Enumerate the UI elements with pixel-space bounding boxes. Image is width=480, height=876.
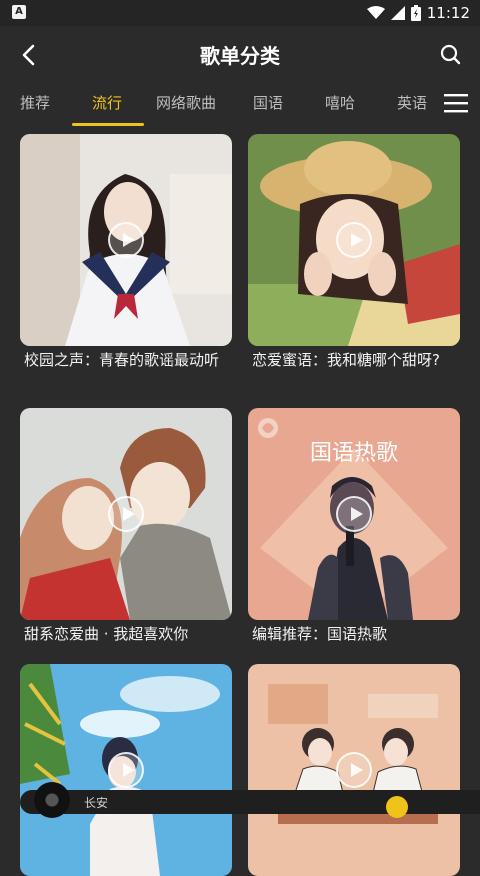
- menu-icon[interactable]: [444, 92, 468, 114]
- playlist-title: 编辑推荐：国语热歌: [252, 625, 388, 643]
- battery-icon: [410, 5, 421, 21]
- tab-popular[interactable]: 流行: [92, 92, 122, 113]
- active-tab-indicator: [72, 123, 144, 126]
- tab-hiphop[interactable]: 嘻哈: [325, 92, 355, 113]
- playlist-cover[interactable]: [248, 134, 460, 346]
- playlist-cover[interactable]: [20, 664, 232, 876]
- category-tabs: 推荐 流行 网络歌曲 国语 嘻哈 英语: [0, 84, 480, 128]
- play-icon[interactable]: [108, 752, 144, 788]
- album-disc-icon: [34, 782, 70, 818]
- playlist-card[interactable]: 校园之声：青春的歌谣最动听: [20, 134, 232, 394]
- cover-text: 国语热歌: [310, 441, 398, 466]
- tab-english[interactable]: 英语: [397, 92, 427, 113]
- tab-mandarin[interactable]: 国语: [253, 92, 283, 113]
- tab-network-songs[interactable]: 网络歌曲: [156, 92, 216, 113]
- now-playing-title: 长安: [84, 796, 109, 810]
- tab-recommend[interactable]: 推荐: [20, 92, 50, 113]
- wifi-icon: [366, 6, 385, 19]
- playlist-title: 甜系恋爱曲 · 我超喜欢你: [24, 625, 189, 643]
- page-title: 歌单分类: [200, 44, 280, 68]
- playlist-card[interactable]: 甜系恋爱曲 · 我超喜欢你: [20, 408, 232, 648]
- mini-player[interactable]: 长安: [20, 782, 480, 818]
- playlist-cover[interactable]: [248, 664, 460, 876]
- status-time: 11:12: [426, 4, 470, 22]
- play-icon[interactable]: [108, 222, 144, 258]
- status-right: 11:12: [366, 3, 470, 23]
- search-icon[interactable]: [436, 40, 466, 70]
- app-header: 歌单分类: [0, 26, 480, 84]
- playlist-cover[interactable]: [20, 134, 232, 346]
- status-bar: A 11:12: [0, 0, 480, 26]
- play-icon[interactable]: [336, 752, 372, 788]
- playlist-title: 恋爱蜜语：我和糖哪个甜呀?: [252, 351, 440, 369]
- playlist-cover[interactable]: [20, 408, 232, 620]
- playlist-cover[interactable]: 国语热歌: [248, 408, 460, 620]
- play-pause-button[interactable]: [386, 796, 408, 818]
- playlist-card[interactable]: 国语热歌 编辑推荐：国语热歌: [248, 408, 460, 648]
- play-icon[interactable]: [336, 496, 372, 532]
- playlist-title: 校园之声：青春的歌谣最动听: [24, 351, 220, 369]
- play-icon[interactable]: [108, 496, 144, 532]
- play-icon[interactable]: [336, 222, 372, 258]
- signal-icon: [390, 6, 405, 20]
- app-notification-icon: A: [12, 5, 26, 19]
- playlist-card[interactable]: 恋爱蜜语：我和糖哪个甜呀?: [248, 134, 460, 394]
